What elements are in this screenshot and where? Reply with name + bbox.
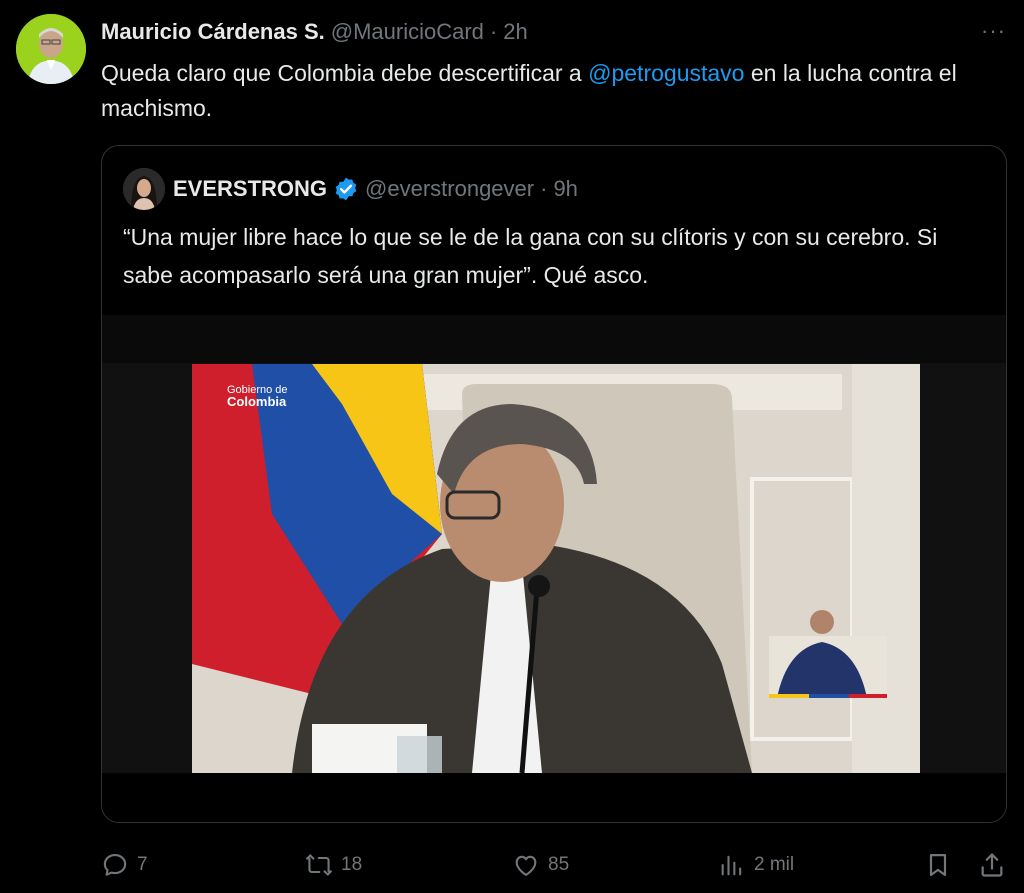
action-bar: 7 18 85 2 mil xyxy=(0,845,1024,885)
video-player[interactable]: Gobierno de Colombia xyxy=(102,315,1006,822)
quoted-text: “Una mujer libre hace lo que se le de la… xyxy=(123,224,938,288)
reply-button[interactable]: 7 xyxy=(101,845,148,885)
author-avatar[interactable] xyxy=(16,14,86,84)
quoted-time[interactable]: 9h xyxy=(553,176,577,202)
author-name[interactable]: Mauricio Cárdenas S. xyxy=(101,19,325,45)
analytics-icon xyxy=(721,855,742,876)
quoted-author-handle[interactable]: @everstrongever xyxy=(365,176,534,202)
bookmark-icon xyxy=(929,853,947,877)
verified-badge-icon xyxy=(333,176,359,202)
heart-icon xyxy=(515,855,537,876)
like-button[interactable]: 85 xyxy=(512,845,569,885)
share-button[interactable] xyxy=(978,845,1006,885)
quoted-author-name[interactable]: EVERSTRONG xyxy=(173,176,327,202)
reply-icon xyxy=(103,854,127,876)
quoted-separator: · xyxy=(540,176,548,201)
repost-count: 18 xyxy=(341,854,363,875)
views-button[interactable]: 2 mil xyxy=(718,845,794,885)
more-options-icon[interactable]: ··· xyxy=(981,20,1006,42)
quoted-author-avatar[interactable] xyxy=(123,168,165,210)
like-count: 85 xyxy=(548,854,570,875)
quoted-header: EVERSTRONG @everstrongever · 9h xyxy=(173,173,578,205)
government-logo: Gobierno de Colombia xyxy=(227,384,288,408)
video-frame[interactable]: Gobierno de Colombia xyxy=(192,364,920,773)
author-handle[interactable]: @MauricioCard xyxy=(331,19,484,45)
repost-icon xyxy=(306,854,332,876)
video-letterbox xyxy=(102,315,1006,363)
header-separator: · xyxy=(489,19,498,44)
mention-link[interactable]: @petrogustavo xyxy=(588,60,744,86)
tweet-text: Queda claro que Colombia debe descertifi… xyxy=(101,56,1001,126)
bookmark-button[interactable] xyxy=(924,845,952,885)
logo-line-2: Colombia xyxy=(227,394,287,409)
tweet-text-part: Queda claro que Colombia debe descertifi… xyxy=(101,60,589,86)
views-count: 2 mil xyxy=(754,854,795,875)
quoted-tweet[interactable]: EVERSTRONG @everstrongever · 9h “Una muj… xyxy=(101,145,1007,823)
repost-button[interactable]: 18 xyxy=(305,845,362,885)
reply-count: 7 xyxy=(137,854,148,875)
share-icon xyxy=(981,853,1003,877)
tweet-time[interactable]: 2h xyxy=(503,19,527,45)
tweet-header: Mauricio Cárdenas S. @MauricioCard · 2h xyxy=(101,17,528,47)
